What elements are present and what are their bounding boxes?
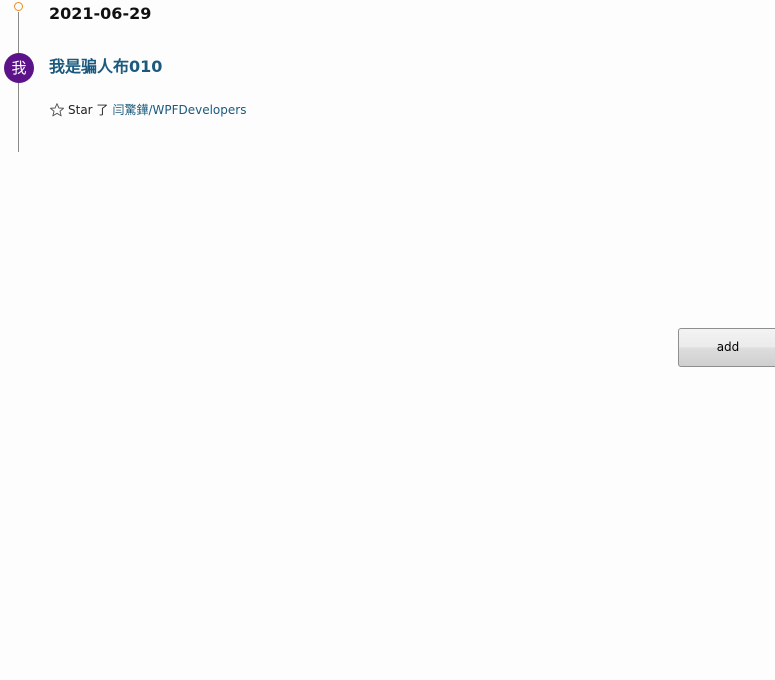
username-link[interactable]: 我是骗人布010 bbox=[49, 57, 162, 77]
repo-link[interactable]: 闫驚鏵/WPFDevelopers bbox=[112, 101, 246, 119]
activity-verb: Star 了 bbox=[68, 103, 109, 117]
avatar[interactable]: 我 bbox=[4, 53, 34, 83]
timeline-dot bbox=[14, 2, 23, 11]
activity-item: Star 了 闫驚鏵/WPFDevelopers bbox=[49, 101, 246, 119]
add-button[interactable]: add bbox=[678, 328, 775, 367]
main-window: 2021-06-29 我 我是骗人布010 Star 了 闫驚鏵/WPFDeve… bbox=[0, 0, 775, 680]
timeline-date: 2021-06-29 bbox=[49, 4, 152, 23]
star-outline-icon bbox=[50, 103, 64, 117]
